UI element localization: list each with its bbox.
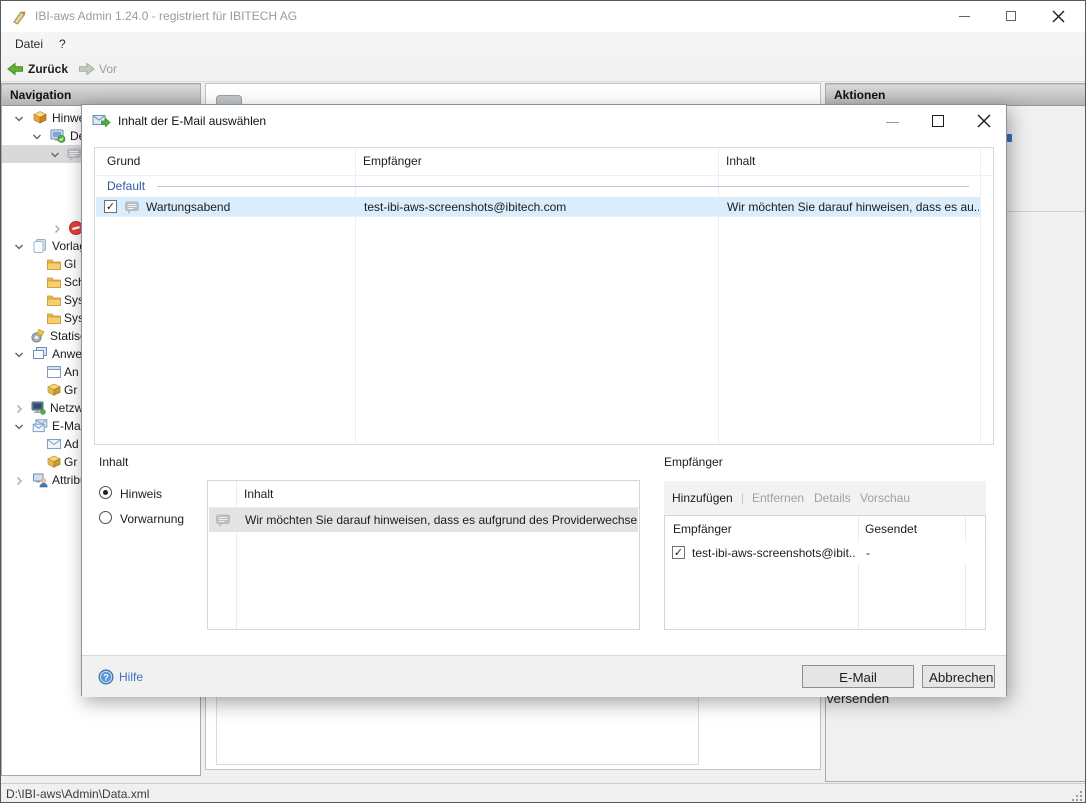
send-email-button[interactable]: E-Mail versenden <box>802 665 914 688</box>
back-arrow-icon <box>7 62 24 76</box>
svg-text:?: ? <box>103 672 109 683</box>
email-grid: Grund Empfänger Inhalt Default ✓ Wartung… <box>94 147 994 445</box>
app-icon <box>10 8 28 26</box>
app-window: IBI-aws Admin 1.24.0 - registriert für I… <box>0 0 1086 803</box>
dialog-maximize-button[interactable] <box>924 109 954 133</box>
chevron-down-icon[interactable] <box>50 150 60 160</box>
empfaenger-toolbar: Hinzufügen | Entfernen Details Vorschau <box>664 481 986 515</box>
radio-vorwarnung-label[interactable]: Vorwarnung <box>120 512 184 526</box>
empfaenger-row[interactable]: ✓ test-ibi-aws-screenshots@ibit... - <box>666 542 984 564</box>
gesendet-column-header[interactable]: Gesendet <box>865 516 917 542</box>
status-file-path: D:\IBI-aws\Admin\Data.xml <box>6 784 149 803</box>
nav-toolbar: Zurück Vor <box>1 56 1085 82</box>
column-header-grund[interactable]: Grund <box>107 148 140 175</box>
chevron-right-icon[interactable] <box>52 224 62 234</box>
folder-icon <box>46 292 62 308</box>
actions-header: Aktionen <box>826 84 1086 106</box>
back-button[interactable]: Zurück <box>7 56 68 82</box>
vorschau-button: Vorschau <box>860 481 910 515</box>
folder-icon <box>46 274 62 290</box>
email-row-wartungsabend[interactable]: ✓ Wartungsabend test-ibi-aws-screenshots… <box>96 197 980 217</box>
dialog-title: Inhalt der E-Mail auswählen <box>118 105 266 137</box>
monitor-check-icon <box>50 128 66 144</box>
row-checkbox[interactable]: ✓ <box>104 200 117 213</box>
entfernen-button: Entfernen <box>752 481 804 515</box>
help-link[interactable]: Hilfe <box>119 656 143 698</box>
mail-send-icon <box>92 112 111 130</box>
message-icon <box>215 512 231 528</box>
row-checkbox[interactable]: ✓ <box>672 546 685 559</box>
menu-bar: Datei ? <box>1 32 1085 56</box>
group-row-default[interactable]: Default <box>95 175 993 197</box>
radio-hinweis-label[interactable]: Hinweis <box>120 487 162 501</box>
help-icon[interactable]: ? <box>98 669 114 685</box>
chevron-down-icon[interactable] <box>14 114 24 124</box>
column-header-inhalt[interactable]: Inhalt <box>726 148 755 175</box>
menu-help[interactable]: ? <box>53 32 72 56</box>
cell-empfaenger: test-ibi-aws-screenshots@ibitech.com <box>364 197 709 217</box>
radio-hinweis[interactable] <box>99 486 112 499</box>
inhalt-row[interactable]: Wir möchten Sie darauf hinweisen, dass e… <box>209 508 638 532</box>
chevron-right-icon[interactable] <box>14 476 24 486</box>
cancel-button[interactable]: Abbrechen <box>922 665 995 688</box>
forward-arrow-icon <box>78 62 95 76</box>
network-icon <box>30 400 46 416</box>
user-computer-icon <box>32 472 48 488</box>
cell-grund: Wartungsabend <box>146 197 346 217</box>
empfaenger-row-gesendet: - <box>866 542 956 564</box>
inhalt-section-label: Inhalt <box>99 455 128 469</box>
empfaenger-row-address: test-ibi-aws-screenshots@ibit... <box>692 542 856 564</box>
package-icon <box>46 454 62 470</box>
email-select-dialog: Inhalt der E-Mail auswählen Grund Empfän… <box>81 104 1007 696</box>
dialog-title-bar: Inhalt der E-Mail auswählen <box>82 105 1006 137</box>
action-link-fragment <box>1007 134 1012 142</box>
message-icon <box>66 146 82 162</box>
column-header-empfaenger[interactable]: Empfänger <box>363 148 422 175</box>
menu-datei[interactable]: Datei <box>9 32 49 56</box>
empfaenger-column-header[interactable]: Empfänger <box>673 516 732 542</box>
chevron-right-icon[interactable] <box>14 404 24 414</box>
envelope-icon <box>46 436 62 452</box>
dialog-minimize-button[interactable] <box>878 109 908 133</box>
chevron-down-icon[interactable] <box>14 422 24 432</box>
gear-icon <box>30 328 46 344</box>
title-bar: IBI-aws Admin 1.24.0 - registriert für I… <box>1 1 1085 32</box>
empfaenger-table: Empfänger Gesendet ✓ test-ibi-aws-screen… <box>664 515 986 630</box>
windows-icon <box>32 346 48 362</box>
chevron-down-icon[interactable] <box>14 242 24 252</box>
mail-multi-icon <box>32 418 48 434</box>
chevron-down-icon[interactable] <box>14 350 24 360</box>
minimize-button[interactable] <box>942 1 987 32</box>
window-icon <box>46 364 62 380</box>
radio-vorwarnung[interactable] <box>99 511 112 524</box>
folder-icon <box>46 256 62 272</box>
dialog-close-button[interactable] <box>969 109 999 133</box>
forward-button: Vor <box>78 56 117 82</box>
maximize-button[interactable] <box>989 1 1034 32</box>
message-icon <box>124 199 140 215</box>
inhalt-table: Inhalt Wir möchten Sie darauf hinweisen,… <box>207 480 640 630</box>
details-button: Details <box>814 481 851 515</box>
window-title: IBI-aws Admin 1.24.0 - registriert für I… <box>35 1 297 32</box>
cell-inhalt: Wir möchten Sie darauf hinweisen, dass e… <box>727 197 979 217</box>
hinzufuegen-button[interactable]: Hinzufügen <box>672 481 733 515</box>
toolbar-separator: | <box>741 481 744 515</box>
close-button[interactable] <box>1036 1 1081 32</box>
notice-box-icon <box>32 110 48 126</box>
package-icon <box>46 382 62 398</box>
close-icon <box>969 109 999 133</box>
templates-icon <box>32 238 48 254</box>
inhalt-column-header[interactable]: Inhalt <box>244 481 273 507</box>
dialog-footer: ? Hilfe E-Mail versenden Abbrechen <box>82 655 1006 697</box>
status-bar: D:\IBI-aws\Admin\Data.xml <box>1 783 1085 803</box>
folder-icon <box>46 310 62 326</box>
close-icon <box>1036 1 1081 32</box>
empfaenger-section-label: Empfänger <box>664 455 723 469</box>
navigation-header: Navigation <box>2 84 200 106</box>
resize-grip[interactable] <box>1072 791 1082 801</box>
chevron-down-icon[interactable] <box>32 132 42 142</box>
inhalt-row-text: Wir möchten Sie darauf hinweisen, dass e… <box>245 508 637 532</box>
